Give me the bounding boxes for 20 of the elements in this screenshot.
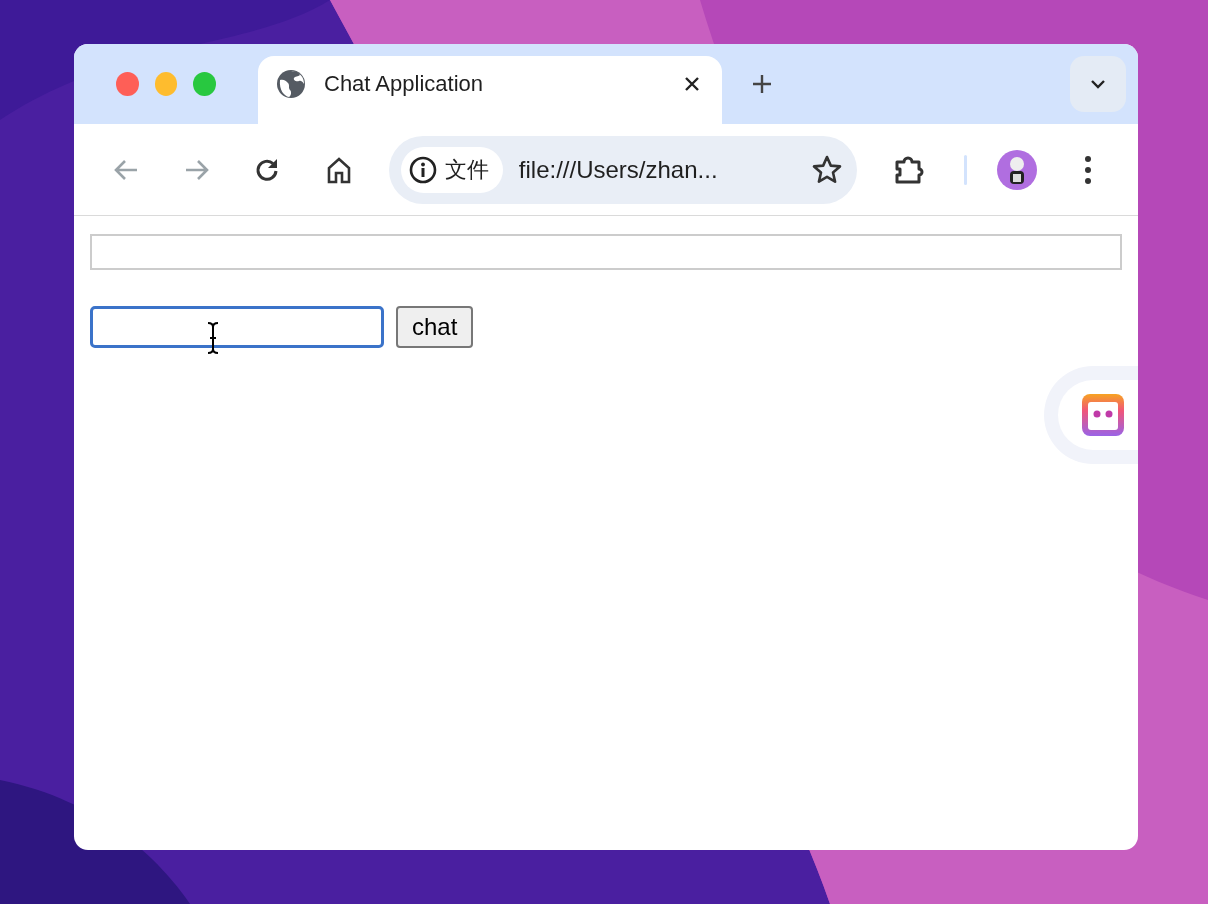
profile-avatar-button[interactable] <box>996 149 1037 190</box>
info-icon <box>408 155 437 184</box>
browser-tab[interactable]: Chat Application <box>258 56 722 124</box>
tab-title: Chat Application <box>324 71 484 97</box>
avatar-icon <box>996 149 1037 190</box>
close-icon <box>684 76 700 92</box>
output-field[interactable] <box>90 234 1122 270</box>
more-vertical-icon <box>1084 154 1093 185</box>
window-close-button[interactable] <box>116 72 139 96</box>
robot-face-icon <box>1080 392 1126 438</box>
chat-button[interactable]: chat <box>396 306 474 348</box>
text-cursor-icon <box>206 322 220 354</box>
chevron-down-icon <box>1090 79 1106 89</box>
address-bar[interactable]: 文件 file:///Users/zhan... <box>388 135 857 204</box>
url-text: file:///Users/zhan... <box>518 155 719 184</box>
message-input[interactable] <box>90 306 384 348</box>
star-icon <box>810 153 843 186</box>
plus-icon <box>752 74 772 94</box>
globe-icon <box>276 69 306 99</box>
site-info-button[interactable]: 文件 <box>400 146 503 193</box>
